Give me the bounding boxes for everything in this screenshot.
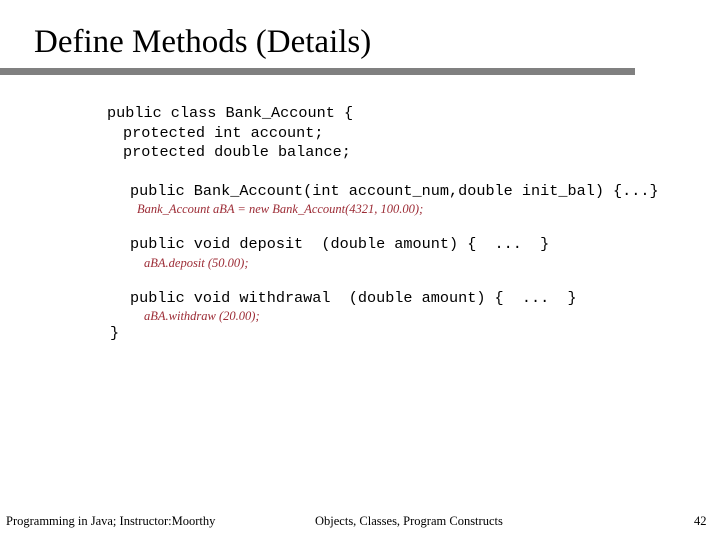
code-spacer-1 xyxy=(0,163,720,182)
code-block: public class Bank_Account { protected in… xyxy=(0,104,720,344)
code-line-constructor: public Bank_Account(int account_num,doub… xyxy=(130,181,659,200)
code-spacer-3 xyxy=(0,271,720,289)
note-deposit-usage: aBA.deposit (50.00); xyxy=(144,255,249,270)
slide-canvas: Define Methods (Details) public class Ba… xyxy=(0,0,720,540)
code-line-class-declaration: public class Bank_Account { xyxy=(107,104,354,122)
footer-page-number: 42 xyxy=(694,514,707,528)
note-withdraw-usage: aBA.withdraw (20.00); xyxy=(144,309,260,323)
code-line-field-balance: protected double balance; xyxy=(123,143,351,161)
code-line-method-deposit: public void deposit (double amount) { ..… xyxy=(130,235,550,253)
code-line-closing-brace: } xyxy=(110,324,120,342)
code-line-field-account: protected int account; xyxy=(123,123,324,142)
code-spacer-2 xyxy=(0,217,720,235)
footer-topic-label: Objects, Classes, Program Constructs xyxy=(315,514,503,528)
title-divider xyxy=(0,68,635,75)
page-title: Define Methods (Details) xyxy=(34,24,372,60)
code-line-method-withdrawal: public void withdrawal (double amount) {… xyxy=(130,288,577,307)
note-constructor-usage: Bank_Account aBA = new Bank_Account(4321… xyxy=(137,202,424,216)
footer-course-label: Programming in Java; Instructor:Moorthy xyxy=(6,514,216,528)
slide-footer: Programming in Java; Instructor:Moorthy … xyxy=(0,512,720,536)
